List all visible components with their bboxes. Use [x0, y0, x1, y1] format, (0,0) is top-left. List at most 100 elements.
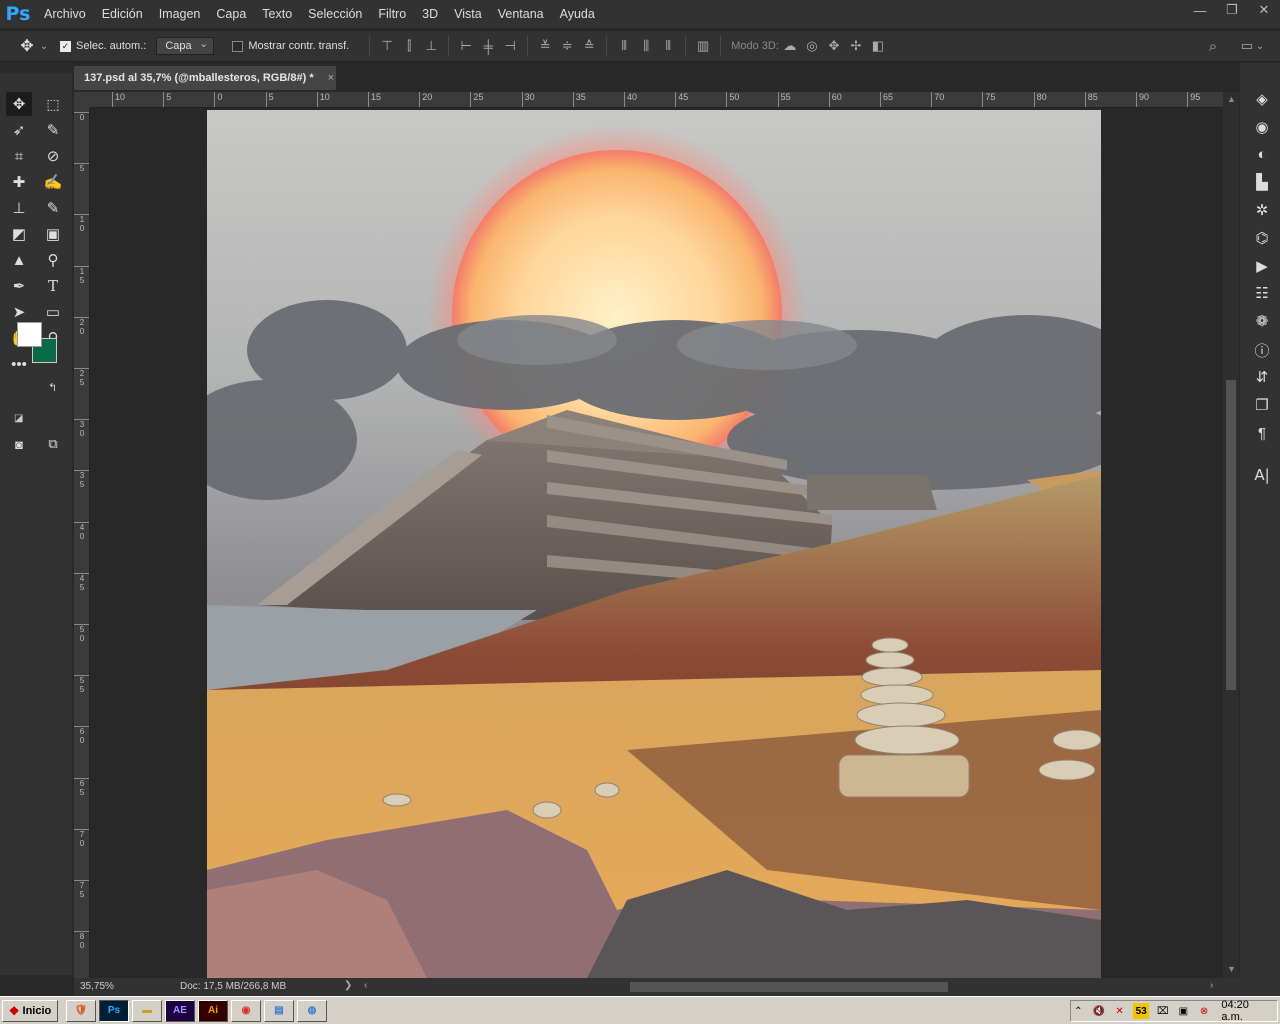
vertical-scroll-thumb[interactable]: [1226, 380, 1236, 690]
navigator-icon[interactable]: ✲: [1249, 199, 1275, 221]
type-tool-icon[interactable]: T: [40, 274, 66, 298]
tray-expand-icon[interactable]: ⌃: [1071, 1003, 1086, 1019]
show-transform-option[interactable]: Mostrar contr. transf.: [232, 40, 349, 52]
scroll-right-icon[interactable]: ›: [1210, 980, 1213, 991]
network-error-icon[interactable]: ✕: [1112, 1003, 1127, 1019]
swatches-icon[interactable]: ⇵: [1249, 366, 1275, 388]
after-effects-icon[interactable]: AE: [165, 999, 195, 1022]
adjustments-icon[interactable]: ◐: [1249, 143, 1275, 165]
align-right-icon[interactable]: ⊣: [499, 35, 521, 57]
paragraph-icon[interactable]: ¶: [1249, 422, 1275, 444]
display-icon[interactable]: ▣: [1176, 1003, 1191, 1019]
3d-pan-icon[interactable]: ✥: [823, 35, 845, 57]
blur-tool-icon[interactable]: ▲: [6, 248, 32, 272]
security-alert-icon[interactable]: ⊗: [1197, 1003, 1212, 1019]
menu-3d[interactable]: 3D: [414, 0, 446, 28]
start-button[interactable]: ❖ Inicio: [2, 999, 58, 1022]
rectangle-tool-icon[interactable]: ▭: [40, 300, 66, 324]
distribute-bottom-icon[interactable]: ≙: [578, 35, 600, 57]
gradient-tool-icon[interactable]: ▣: [40, 222, 66, 246]
eraser-tool-icon[interactable]: ◩: [6, 222, 32, 246]
usb-icon[interactable]: ⌧: [1155, 1003, 1170, 1019]
menu-filtro[interactable]: Filtro: [370, 0, 414, 28]
close-tab-icon[interactable]: ×: [328, 72, 334, 84]
more-tools-icon[interactable]: •••: [6, 352, 32, 376]
distribute-left-icon[interactable]: ⦀: [613, 35, 635, 57]
scroll-up-icon[interactable]: ▲: [1227, 94, 1236, 104]
auto-select-option[interactable]: ✓ Selec. autom.:: [60, 40, 146, 52]
info-icon[interactable]: ⓘ: [1249, 339, 1275, 361]
align-top-icon[interactable]: ⊤: [376, 35, 398, 57]
document-tab[interactable]: 137.psd al 35,7% (@mballesteros, RGB/8#)…: [74, 66, 336, 90]
brave-icon[interactable]: 🛡: [66, 999, 96, 1022]
align-hcenter-icon[interactable]: ╪: [477, 35, 499, 57]
menu-capa[interactable]: Capa: [208, 0, 254, 28]
menu-texto[interactable]: Texto: [254, 0, 300, 28]
properties-icon[interactable]: ☷: [1249, 282, 1275, 304]
screen-mode-icon[interactable]: ⧉: [40, 432, 66, 456]
minimize-button[interactable]: —: [1184, 0, 1216, 20]
distribute-hcenter-icon[interactable]: ⫼: [635, 35, 657, 57]
pen-tool-icon[interactable]: ✒: [6, 274, 32, 298]
tray-badge[interactable]: 53: [1132, 1003, 1150, 1019]
foreground-color-swatch[interactable]: [17, 322, 42, 347]
3d-scale-icon[interactable]: ◧: [867, 35, 889, 57]
show-transform-checkbox[interactable]: [232, 40, 244, 52]
notepad-icon[interactable]: ▤: [264, 999, 294, 1022]
document-canvas[interactable]: [207, 110, 1101, 978]
menu-vista[interactable]: Vista: [446, 0, 490, 28]
layers-icon[interactable]: ◈: [1249, 88, 1275, 110]
auto-select-target-dropdown[interactable]: Capa: [156, 36, 215, 55]
quick-mask-icon[interactable]: ◙: [6, 432, 32, 456]
scroll-down-icon[interactable]: ▼: [1227, 964, 1236, 974]
menu-edicion[interactable]: Edición: [94, 0, 151, 28]
menu-seleccion[interactable]: Selección: [300, 0, 370, 28]
auto-select-checkbox[interactable]: ✓: [60, 40, 71, 52]
folder-icon[interactable]: ▬: [132, 999, 162, 1022]
workspace-chevron-icon[interactable]: ⌄: [1254, 35, 1266, 57]
quick-select-tool-icon[interactable]: ✎: [40, 118, 66, 142]
distribute-top-icon[interactable]: ≚: [534, 35, 556, 57]
menu-ayuda[interactable]: Ayuda: [552, 0, 603, 28]
history-brush-tool-icon[interactable]: ✎: [40, 196, 66, 220]
swap-colors-icon[interactable]: ↰: [48, 381, 57, 394]
paths-icon[interactable]: ⌬: [1249, 227, 1275, 249]
photoshop-icon[interactable]: Ps: [99, 999, 129, 1022]
search-icon[interactable]: ⌕: [1202, 35, 1224, 57]
menu-imagen[interactable]: Imagen: [151, 0, 209, 28]
chevron-down-icon[interactable]: ⌄: [38, 35, 50, 57]
restore-button[interactable]: ❐: [1216, 0, 1248, 20]
auto-align-icon[interactable]: ▥: [692, 35, 714, 57]
path-select-tool-icon[interactable]: ➤: [6, 300, 32, 324]
character-icon[interactable]: A|: [1249, 464, 1275, 486]
zoom-level[interactable]: 35,75%: [80, 981, 114, 992]
app-icon[interactable]: ◍: [297, 999, 327, 1022]
libraries-icon[interactable]: ❐: [1249, 394, 1275, 416]
actions-icon[interactable]: ▶: [1249, 255, 1275, 277]
canvas-area[interactable]: [90, 108, 1223, 978]
distribute-vcenter-icon[interactable]: ≑: [556, 35, 578, 57]
chrome-icon[interactable]: ◉: [231, 999, 261, 1022]
menu-archivo[interactable]: Archivo: [36, 0, 94, 28]
status-menu-icon[interactable]: ❯: [344, 980, 352, 991]
stamp-tool-icon[interactable]: ⊥: [6, 196, 32, 220]
lasso-tool-icon[interactable]: ➶: [6, 118, 32, 142]
healing-tool-icon[interactable]: ✚: [6, 170, 32, 194]
default-colors-icon[interactable]: ◪: [14, 413, 23, 424]
marquee-tool-icon[interactable]: ⬚: [40, 92, 66, 116]
histogram-icon[interactable]: ▙: [1249, 171, 1275, 193]
3d-orbit-icon[interactable]: ☁: [779, 35, 801, 57]
3d-slide-icon[interactable]: ✢: [845, 35, 867, 57]
volume-muted-icon[interactable]: 🔇: [1092, 1003, 1107, 1019]
channels-icon[interactable]: ◉: [1249, 116, 1275, 138]
move-tool-icon[interactable]: ✥: [6, 92, 32, 116]
align-bottom-icon[interactable]: ⊥: [420, 35, 442, 57]
illustrator-icon[interactable]: Ai: [198, 999, 228, 1022]
3d-roll-icon[interactable]: ◎: [801, 35, 823, 57]
scroll-left-icon[interactable]: ‹: [364, 980, 367, 991]
move-tool-preset-icon[interactable]: ✥: [16, 35, 38, 57]
align-left-icon[interactable]: ⊢: [455, 35, 477, 57]
dodge-tool-icon[interactable]: ⚲: [40, 248, 66, 272]
styles-icon[interactable]: ❁: [1249, 310, 1275, 332]
eyedropper-tool-icon[interactable]: ⊘: [40, 144, 66, 168]
